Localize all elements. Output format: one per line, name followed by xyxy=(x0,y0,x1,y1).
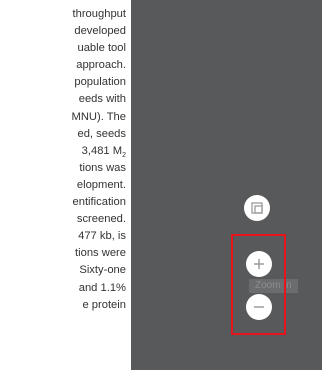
figure-viewer-panel: Zoom In xyxy=(131,0,322,370)
article-line: population xyxy=(72,74,126,91)
article-line: e protein xyxy=(72,297,126,314)
article-line-text: MNU). The xyxy=(71,110,127,123)
zoom-in-button[interactable] xyxy=(246,251,272,277)
article-line-text: 3,481 M xyxy=(81,144,123,157)
article-lines: throughput developed uable tool approach. po… xyxy=(72,6,127,314)
article-line-text: and 1.1% xyxy=(78,281,126,294)
article-line: uable tool xyxy=(72,40,126,57)
article-line: MNU). The xyxy=(72,109,127,126)
article-line: tions were xyxy=(72,245,126,262)
article-line: and 1.1% xyxy=(72,280,126,297)
fit-screen-icon xyxy=(251,202,263,214)
article-line: throughput xyxy=(72,6,127,23)
article-text-column: throughput developed uable tool approach. po… xyxy=(0,0,127,370)
article-line-text: 477 kb, is xyxy=(78,230,126,243)
article-line: Sixty-one xyxy=(72,262,126,279)
article-line-text: eeds with xyxy=(78,93,126,106)
article-line: approach. xyxy=(72,57,126,74)
article-line: elopment. xyxy=(72,177,126,194)
article-line: tions was xyxy=(72,160,126,177)
article-line: 3,481 M2 xyxy=(72,143,126,160)
plus-icon xyxy=(253,258,265,270)
article-line-text: elopment. xyxy=(76,178,126,191)
article-line-text: Sixty-one xyxy=(79,264,126,277)
article-line-text: tions was xyxy=(79,161,126,174)
page: throughput developed uable tool approach. po… xyxy=(0,0,322,370)
fit-to-screen-button[interactable] xyxy=(244,195,270,221)
article-line-text: e protein xyxy=(82,298,126,311)
article-line-text: approach. xyxy=(76,59,126,72)
article-line: entification xyxy=(72,194,127,211)
article-line-text: entification xyxy=(72,196,127,209)
article-line-text: uable tool xyxy=(77,42,126,55)
article-line-text: tions were xyxy=(75,247,126,260)
article-line: 477 kb, is xyxy=(72,228,126,245)
article-line-text: population xyxy=(74,76,126,89)
article-line-text: ed, seeds xyxy=(77,127,126,140)
article-line-text: throughput xyxy=(72,8,127,20)
article-line: ed, seeds xyxy=(72,126,126,143)
article-line-text: screened. xyxy=(76,213,126,226)
article-line: screened. xyxy=(72,211,126,228)
article-line-text: developed xyxy=(74,25,126,38)
article-line: developed xyxy=(72,23,126,40)
article-line: eeds with xyxy=(72,91,126,108)
zoom-in-tooltip: Zoom In xyxy=(249,279,298,293)
article-line-subscript: 2 xyxy=(122,151,126,159)
minus-icon xyxy=(253,301,265,313)
zoom-out-button[interactable] xyxy=(246,294,272,320)
